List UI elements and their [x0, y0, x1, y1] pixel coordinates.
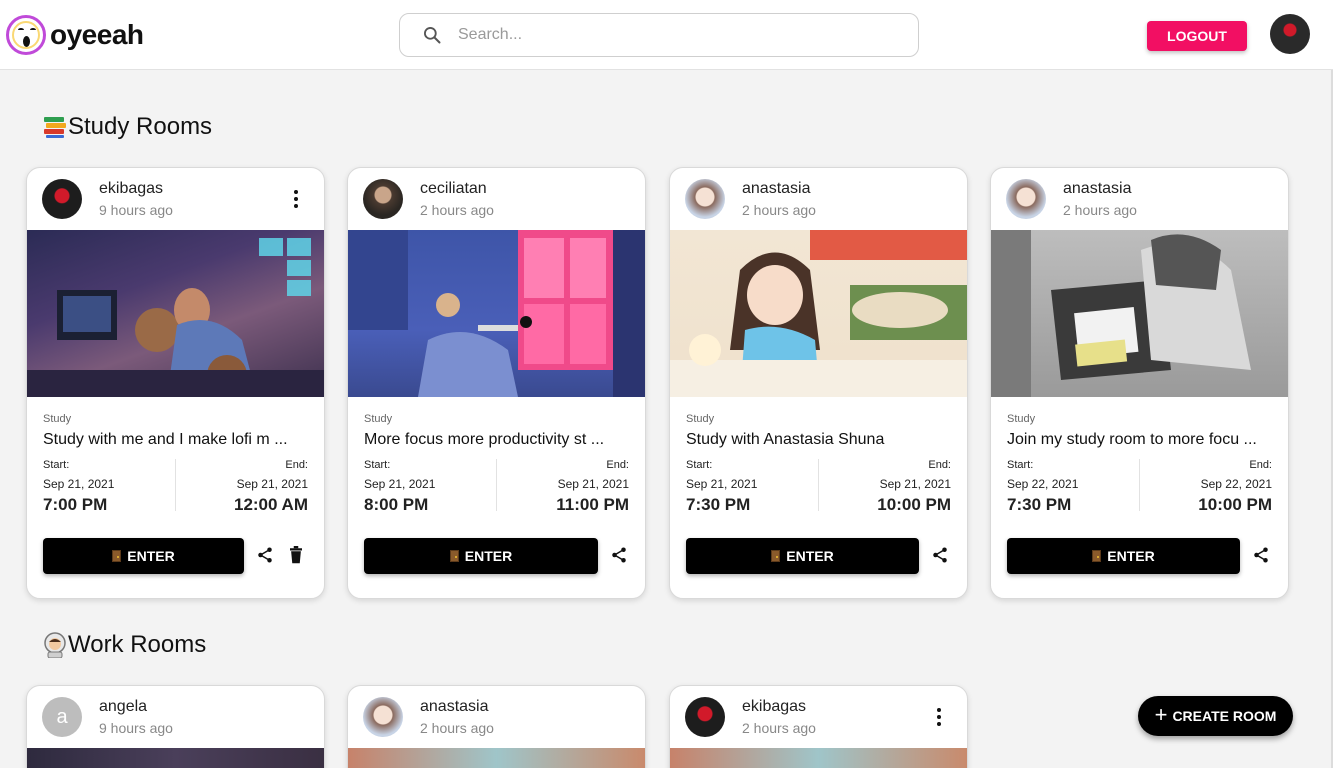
end-date: Sep 21, 2021: [557, 477, 629, 491]
room-thumbnail: [348, 230, 645, 397]
host-avatar[interactable]: [685, 697, 725, 737]
host-username[interactable]: ceciliatan: [420, 180, 487, 198]
host-username[interactable]: ekibagas: [742, 698, 806, 716]
room-title[interactable]: More focus more productivity st ...: [364, 431, 629, 449]
room-category: Study: [43, 413, 72, 425]
start-date: Sep 21, 2021: [364, 477, 436, 491]
host-avatar[interactable]: [1006, 179, 1046, 219]
plus-icon: +: [1154, 702, 1168, 727]
study-rooms-heading: Study Rooms: [42, 113, 212, 141]
enter-room-button[interactable]: ENTER: [364, 538, 598, 574]
room-card: ceciliatan 2 hours ago Study More focus …: [347, 167, 646, 599]
host-avatar[interactable]: a: [42, 697, 82, 737]
room-title[interactable]: Study with me and I make lofi m ...: [43, 431, 308, 449]
start-date: Sep 21, 2021: [686, 477, 758, 491]
enter-room-button[interactable]: ENTER: [43, 538, 244, 574]
logout-button[interactable]: LOGOUT: [1147, 21, 1247, 51]
top-app-bar: oyeeah LOGOUT: [0, 0, 1333, 70]
room-card: a angela 9 hours ago: [26, 685, 325, 768]
room-category: Study: [686, 413, 715, 425]
room-card: ekibagas 9 hours ago Study Study with me…: [26, 167, 325, 599]
door-icon: [112, 550, 122, 562]
posted-time: 2 hours ago: [742, 202, 816, 218]
host-username[interactable]: angela: [99, 698, 147, 716]
posted-time: 9 hours ago: [99, 720, 173, 736]
share-icon[interactable]: [255, 545, 275, 565]
share-icon[interactable]: [930, 545, 950, 565]
end-time: 10:00 PM: [1198, 495, 1272, 514]
search-input[interactable]: [458, 26, 878, 44]
room-thumbnail: [670, 748, 967, 768]
posted-time: 2 hours ago: [742, 720, 816, 736]
door-icon: [771, 550, 781, 562]
start-time: 7:30 PM: [686, 495, 751, 514]
posted-time: 2 hours ago: [1063, 202, 1137, 218]
start-label: Start:: [686, 459, 713, 471]
work-rooms-title: Work Rooms: [68, 631, 207, 658]
start-label: Start:: [43, 459, 70, 471]
host-username[interactable]: anastasia: [1063, 180, 1132, 198]
logo-face-icon: [6, 15, 46, 55]
more-options-icon[interactable]: [286, 189, 306, 209]
room-card: anastasia 2 hours ago Study Study with A…: [669, 167, 968, 599]
room-title[interactable]: Study with Anastasia Shuna: [686, 431, 951, 449]
start-time: 8:00 PM: [364, 495, 429, 514]
posted-time: 9 hours ago: [99, 202, 173, 218]
host-username[interactable]: anastasia: [420, 698, 489, 716]
room-title[interactable]: Join my study room to more focu ...: [1007, 431, 1272, 449]
create-room-button[interactable]: + CREATE ROOM: [1138, 696, 1293, 736]
room-thumbnail: [348, 748, 645, 768]
app-name: oyeeah: [50, 19, 144, 50]
end-time: 10:00 PM: [877, 495, 951, 514]
user-avatar[interactable]: [1270, 14, 1310, 54]
room-thumbnail: [27, 748, 324, 768]
books-icon: [44, 117, 66, 138]
room-thumbnail: [27, 230, 324, 397]
room-card: anastasia 2 hours ago Study Join my stud…: [990, 167, 1289, 599]
end-date: Sep 21, 2021: [879, 477, 951, 491]
end-label: End:: [285, 459, 308, 471]
start-label: Start:: [1007, 459, 1034, 471]
start-time: 7:00 PM: [43, 495, 108, 514]
end-label: End:: [928, 459, 951, 471]
delete-icon[interactable]: [286, 545, 306, 565]
host-username[interactable]: anastasia: [742, 180, 811, 198]
end-time: 12:00 AM: [233, 495, 308, 514]
room-thumbnail: [991, 230, 1288, 397]
search-bar[interactable]: [399, 13, 919, 57]
host-avatar[interactable]: [685, 179, 725, 219]
enter-room-button[interactable]: ENTER: [1007, 538, 1240, 574]
end-label: End:: [1249, 459, 1272, 471]
study-rooms-title: Study Rooms: [68, 113, 213, 140]
astronaut-icon: [44, 632, 66, 658]
door-icon: [1092, 550, 1102, 562]
start-date: Sep 21, 2021: [43, 477, 115, 491]
host-avatar[interactable]: [363, 697, 403, 737]
posted-time: 2 hours ago: [420, 720, 494, 736]
enter-room-button[interactable]: ENTER: [686, 538, 919, 574]
room-category: Study: [1007, 413, 1036, 425]
host-avatar[interactable]: [363, 179, 403, 219]
app-logo[interactable]: oyeeah: [6, 15, 144, 55]
more-options-icon[interactable]: [929, 707, 949, 727]
end-label: End:: [606, 459, 629, 471]
share-icon[interactable]: [1251, 545, 1271, 565]
end-date: Sep 21, 2021: [236, 477, 308, 491]
search-icon: [424, 27, 441, 44]
share-icon[interactable]: [609, 545, 629, 565]
room-card: ekibagas 2 hours ago: [669, 685, 968, 768]
room-card: anastasia 2 hours ago: [347, 685, 646, 768]
start-time: 7:30 PM: [1007, 495, 1072, 514]
start-date: Sep 22, 2021: [1007, 477, 1079, 491]
end-date: Sep 22, 2021: [1200, 477, 1272, 491]
host-username[interactable]: ekibagas: [99, 180, 163, 198]
door-icon: [449, 550, 459, 562]
end-time: 11:00 PM: [556, 495, 629, 514]
posted-time: 2 hours ago: [420, 202, 494, 218]
work-rooms-heading: Work Rooms: [42, 631, 206, 659]
room-thumbnail: [670, 230, 967, 397]
start-label: Start:: [364, 459, 391, 471]
host-avatar[interactable]: [42, 179, 82, 219]
room-category: Study: [364, 413, 393, 425]
